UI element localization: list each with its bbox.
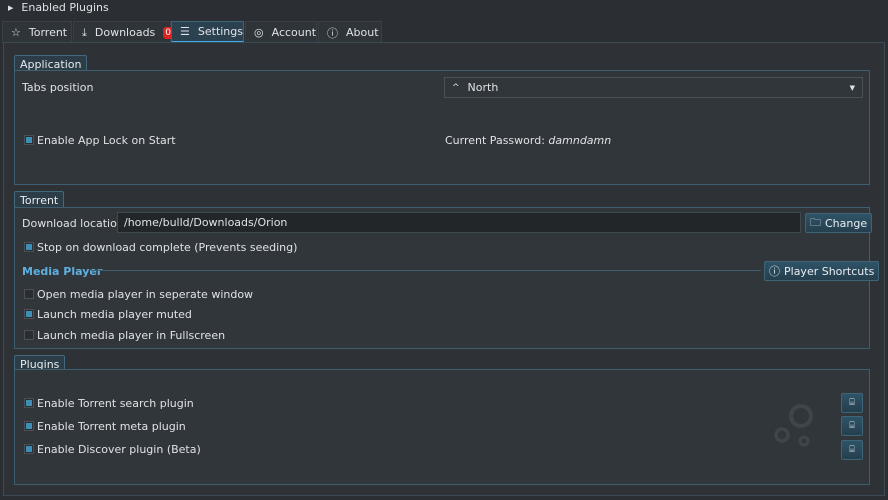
feedback-icon: ⌸ <box>849 421 855 431</box>
media-player-title: Media Player <box>22 265 103 278</box>
chevron-down-icon: ▼ <box>849 83 855 92</box>
feedback-icon: ⌸ <box>849 445 855 455</box>
caret-up-icon: ^ <box>452 82 460 93</box>
enabled-plugins-toggle[interactable]: ▶ Enabled Plugins <box>8 1 109 14</box>
tabs-position-label: Tabs position <box>22 81 94 94</box>
plugin-info-button-meta[interactable]: ⌸ <box>841 416 863 436</box>
folder-icon: 🗀 <box>810 215 821 229</box>
info-icon: ⓘ <box>769 265 780 278</box>
app-lock-label: Enable App Lock on Start <box>37 134 176 147</box>
password-value: damndamn <box>548 134 612 147</box>
fullscreen-checkbox[interactable] <box>24 330 34 340</box>
tab-downloads[interactable]: ⤓ Downloads 0 <box>73 21 174 43</box>
separate-window-label: Open media player in seperate window <box>37 288 254 301</box>
stop-on-complete-checkbox[interactable] <box>24 242 34 252</box>
torrent-search-plugin-checkbox[interactable] <box>24 398 34 408</box>
torrent-icon: ☆ <box>11 26 21 39</box>
plugin-info-button-search[interactable]: ⌸ <box>841 393 863 413</box>
fullscreen-label: Launch media player in Fullscreen <box>37 329 226 342</box>
info-icon: ⓘ <box>327 26 338 40</box>
separate-window-checkbox[interactable] <box>24 289 34 299</box>
stop-on-complete-label: Stop on download complete (Prevents seed… <box>37 241 298 254</box>
download-location-label: Download location : <box>22 217 132 230</box>
torrent-meta-plugin-checkbox[interactable] <box>24 421 34 431</box>
sliders-icon: ☰ <box>180 25 190 38</box>
torrent-meta-plugin-label: Enable Torrent meta plugin <box>37 420 186 433</box>
change-button[interactable]: 🗀 Change <box>805 213 873 233</box>
group-torrent-title: Torrent <box>14 191 65 208</box>
tab-settings[interactable]: ☰ Settings <box>171 21 244 43</box>
download-icon: ⤓ <box>82 25 87 39</box>
plugins-watermark-icon <box>774 404 813 447</box>
current-password: Current Password: damndamn <box>445 134 612 147</box>
player-shortcuts-button[interactable]: ⓘ Player Shortcuts <box>764 261 880 281</box>
tab-torrent[interactable]: ☆ Torrent <box>2 21 72 43</box>
media-player-divider <box>91 270 761 271</box>
feedback-icon: ⌸ <box>849 398 855 408</box>
muted-checkbox[interactable] <box>24 309 34 319</box>
tabs-position-select[interactable]: ^ North ▼ <box>444 77 863 98</box>
tab-account[interactable]: ◎ Account <box>245 21 317 43</box>
muted-label: Launch media player muted <box>37 308 192 321</box>
user-icon: ◎ <box>254 26 264 39</box>
tab-about[interactable]: ⓘ About <box>318 21 382 43</box>
download-location-input[interactable]: /home/bulld/Downloads/Orion <box>117 212 801 233</box>
app-lock-checkbox[interactable] <box>24 135 34 145</box>
plugin-info-button-discover[interactable]: ⌸ <box>841 440 863 460</box>
torrent-search-plugin-label: Enable Torrent search plugin <box>37 397 194 410</box>
triangle-right-icon: ▶ <box>8 3 14 12</box>
discover-plugin-label: Enable Discover plugin (Beta) <box>37 443 201 456</box>
discover-plugin-checkbox[interactable] <box>24 444 34 454</box>
